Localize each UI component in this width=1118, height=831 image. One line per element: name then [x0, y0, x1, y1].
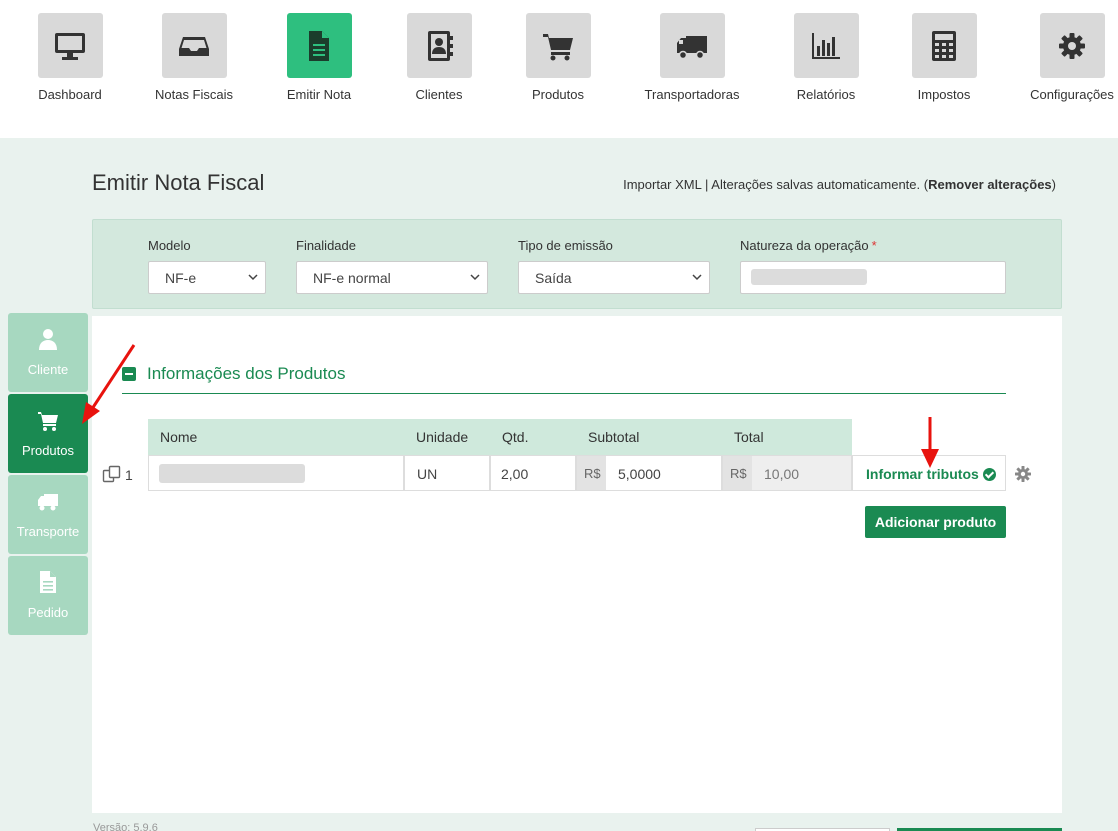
- monitor-icon: [55, 32, 85, 60]
- truck-icon: [38, 494, 58, 511]
- page-title: Emitir Nota Fiscal: [92, 170, 265, 195]
- sidebar-item-transporte[interactable]: Transporte: [8, 475, 88, 554]
- nav-configuracoes[interactable]: Configurações: [1012, 13, 1118, 102]
- informar-tributos-label: Informar tributos: [866, 466, 979, 482]
- top-navigation: Dashboard Notas Fiscais Emitir Nota Clie…: [0, 0, 1118, 138]
- section-title: Informações dos Produtos: [147, 364, 346, 383]
- check-circle-icon: [982, 468, 996, 481]
- sidebar-item-label: Produtos: [21, 443, 75, 458]
- finalidade-value: NF-e normal: [313, 270, 391, 286]
- unidade-input[interactable]: UN: [404, 455, 490, 491]
- modelo-label: Modelo: [148, 238, 191, 253]
- redacted-value: [159, 464, 305, 483]
- section-header: Informações dos Produtos: [122, 364, 1006, 394]
- products-card: Informações dos Produtos Nome Unidade Qt…: [92, 316, 1062, 813]
- subtotal-value: 5,0000: [618, 466, 661, 482]
- informar-tributos-button[interactable]: Informar tributos: [852, 455, 1006, 491]
- calculator-icon: [932, 30, 956, 61]
- sidebar-item-pedido[interactable]: Pedido: [8, 556, 88, 635]
- chevron-down-icon: [692, 274, 702, 281]
- copy-icon[interactable]: [102, 465, 122, 483]
- required-marker: *: [871, 238, 877, 253]
- nav-emitir-nota-label: Emitir Nota: [286, 87, 352, 102]
- column-header-qtd: Qtd.: [490, 419, 576, 455]
- truck-icon: [677, 35, 707, 59]
- modelo-value: NF-e: [165, 270, 197, 286]
- nota-settings-panel: Modelo NF-e Finalidade NF-e normal Tipo …: [92, 219, 1062, 309]
- gear-icon: [1059, 32, 1085, 59]
- nav-clientes[interactable]: Clientes: [379, 13, 499, 102]
- nav-notas-fiscais[interactable]: Notas Fiscais: [134, 13, 254, 102]
- nav-relatorios-label: Relatórios: [796, 87, 856, 102]
- finalidade-label: Finalidade: [296, 238, 356, 253]
- product-name-input[interactable]: [148, 455, 404, 491]
- import-xml-link[interactable]: Importar XML: [623, 177, 701, 192]
- natureza-label: Natureza da operação *: [740, 238, 877, 253]
- autosave-text: Alterações salvas automaticamente. (: [711, 177, 929, 192]
- subtotal-input[interactable]: R$ 5,0000: [576, 455, 722, 491]
- currency-prefix: R$: [577, 456, 606, 490]
- collapse-icon[interactable]: [122, 367, 136, 381]
- chevron-down-icon: [470, 274, 480, 281]
- add-product-button[interactable]: Adicionar produto: [865, 506, 1006, 538]
- qtd-input[interactable]: 2,00: [490, 455, 576, 491]
- column-header-nome: Nome: [148, 419, 404, 455]
- nav-produtos-label: Produtos: [531, 87, 585, 102]
- remove-changes-link[interactable]: Remover alterações: [928, 177, 1052, 192]
- tipo-emissao-select[interactable]: Saída: [518, 261, 710, 294]
- nav-relatorios[interactable]: Relatórios: [766, 13, 886, 102]
- close-paren: ): [1051, 177, 1056, 192]
- modelo-select[interactable]: NF-e: [148, 261, 266, 294]
- sidebar-item-label: Pedido: [27, 605, 69, 620]
- version-text: Versão: 5.9.6: [93, 822, 158, 831]
- finalidade-select[interactable]: NF-e normal: [296, 261, 488, 294]
- sidebar-item-produtos[interactable]: Produtos: [8, 394, 88, 473]
- tipo-emissao-label: Tipo de emissão: [518, 238, 613, 253]
- currency-prefix: R$: [723, 456, 752, 490]
- nav-dashboard[interactable]: Dashboard: [10, 13, 130, 102]
- separator: |: [705, 177, 709, 192]
- nav-produtos[interactable]: Produtos: [498, 13, 618, 102]
- bar-chart-icon: [812, 32, 840, 59]
- cart-icon: [543, 33, 573, 60]
- column-header-unidade: Unidade: [404, 419, 490, 455]
- column-header-total: Total: [722, 419, 852, 455]
- user-icon: [39, 329, 57, 350]
- nav-impostos[interactable]: Impostos: [884, 13, 1004, 102]
- nav-clientes-label: Clientes: [415, 87, 463, 102]
- natureza-label-text: Natureza da operação: [740, 238, 869, 253]
- sidebar-item-label: Cliente: [27, 362, 69, 377]
- sidebar-item-cliente[interactable]: Cliente: [8, 313, 88, 392]
- header-links: Importar XML | Alterações salvas automat…: [623, 177, 1056, 192]
- redacted-value: [751, 269, 867, 285]
- nav-notas-fiscais-label: Notas Fiscais: [154, 87, 234, 102]
- contact-book-icon: [428, 30, 453, 61]
- nav-transportadoras[interactable]: Transportadoras: [632, 13, 752, 102]
- nav-impostos-label: Impostos: [917, 87, 971, 102]
- nav-configuracoes-label: Configurações: [1030, 87, 1114, 102]
- total-field: R$ 10,00: [722, 455, 852, 491]
- document-icon: [309, 30, 329, 61]
- nav-transportadoras-label: Transportadoras: [644, 87, 740, 102]
- nav-emitir-nota[interactable]: Emitir Nota: [259, 13, 379, 102]
- chevron-down-icon: [248, 274, 258, 281]
- inbox-icon: [179, 36, 209, 56]
- row-index: 1: [125, 467, 133, 483]
- gear-icon[interactable]: [1014, 465, 1032, 483]
- cart-icon: [38, 412, 58, 431]
- natureza-operacao-input[interactable]: [740, 261, 1006, 294]
- tipo-emissao-value: Saída: [535, 270, 572, 286]
- column-header-subtotal: Subtotal: [576, 419, 722, 455]
- total-value: 10,00: [764, 466, 800, 482]
- document-icon: [40, 571, 56, 593]
- sidebar-item-label: Transporte: [16, 524, 80, 539]
- nav-dashboard-label: Dashboard: [38, 87, 102, 102]
